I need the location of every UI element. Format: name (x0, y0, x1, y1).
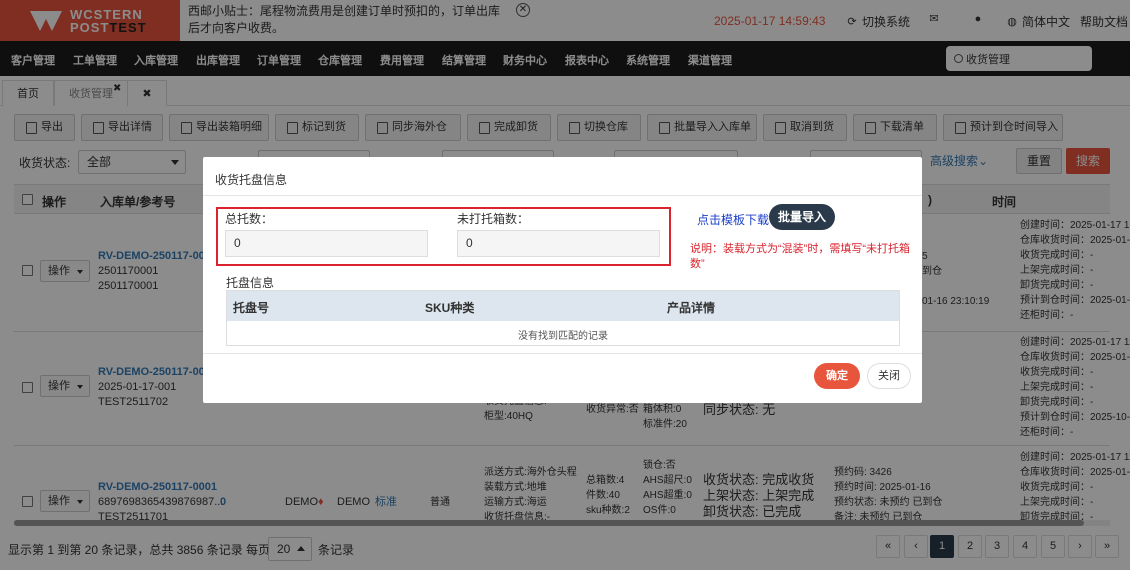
pallet-info-title: 托盘信息 (226, 276, 275, 290)
close-button[interactable]: 关闭 (867, 363, 911, 389)
confirm-button[interactable]: 确定 (814, 363, 860, 389)
empty-message: 没有找到匹配的记录 (518, 331, 608, 342)
total-pallets-input[interactable]: 0 (225, 230, 428, 257)
unpalletized-boxes-label: 未打托箱数： (457, 212, 530, 226)
col-product-detail: 产品详情 (667, 301, 716, 315)
modal-footer-divider (203, 353, 922, 354)
col-sku-kind: SKU种类 (425, 301, 475, 315)
modal-divider (203, 195, 922, 196)
pallet-info-modal: 收货托盘信息 总托数： 0 未打托箱数： 0 点击模板下载 批量导入 说明：装载… (203, 157, 922, 403)
batch-import-button[interactable]: 批量导入 (769, 204, 835, 230)
mixed-load-note: 说明：装载方式为“混装”时，需填写“未打托箱数” (690, 243, 910, 270)
total-pallets-label: 总托数： (225, 212, 274, 226)
pallet-table: 托盘号 SKU种类 产品详情 没有找到匹配的记录 (226, 290, 900, 346)
unpalletized-boxes-input[interactable]: 0 (457, 230, 660, 257)
template-download-link[interactable]: 点击模板下载 (697, 211, 769, 228)
col-pallet-no: 托盘号 (233, 301, 270, 315)
pallet-table-header: 托盘号 SKU种类 产品详情 (227, 291, 899, 321)
modal-title: 收货托盘信息 (215, 173, 288, 187)
